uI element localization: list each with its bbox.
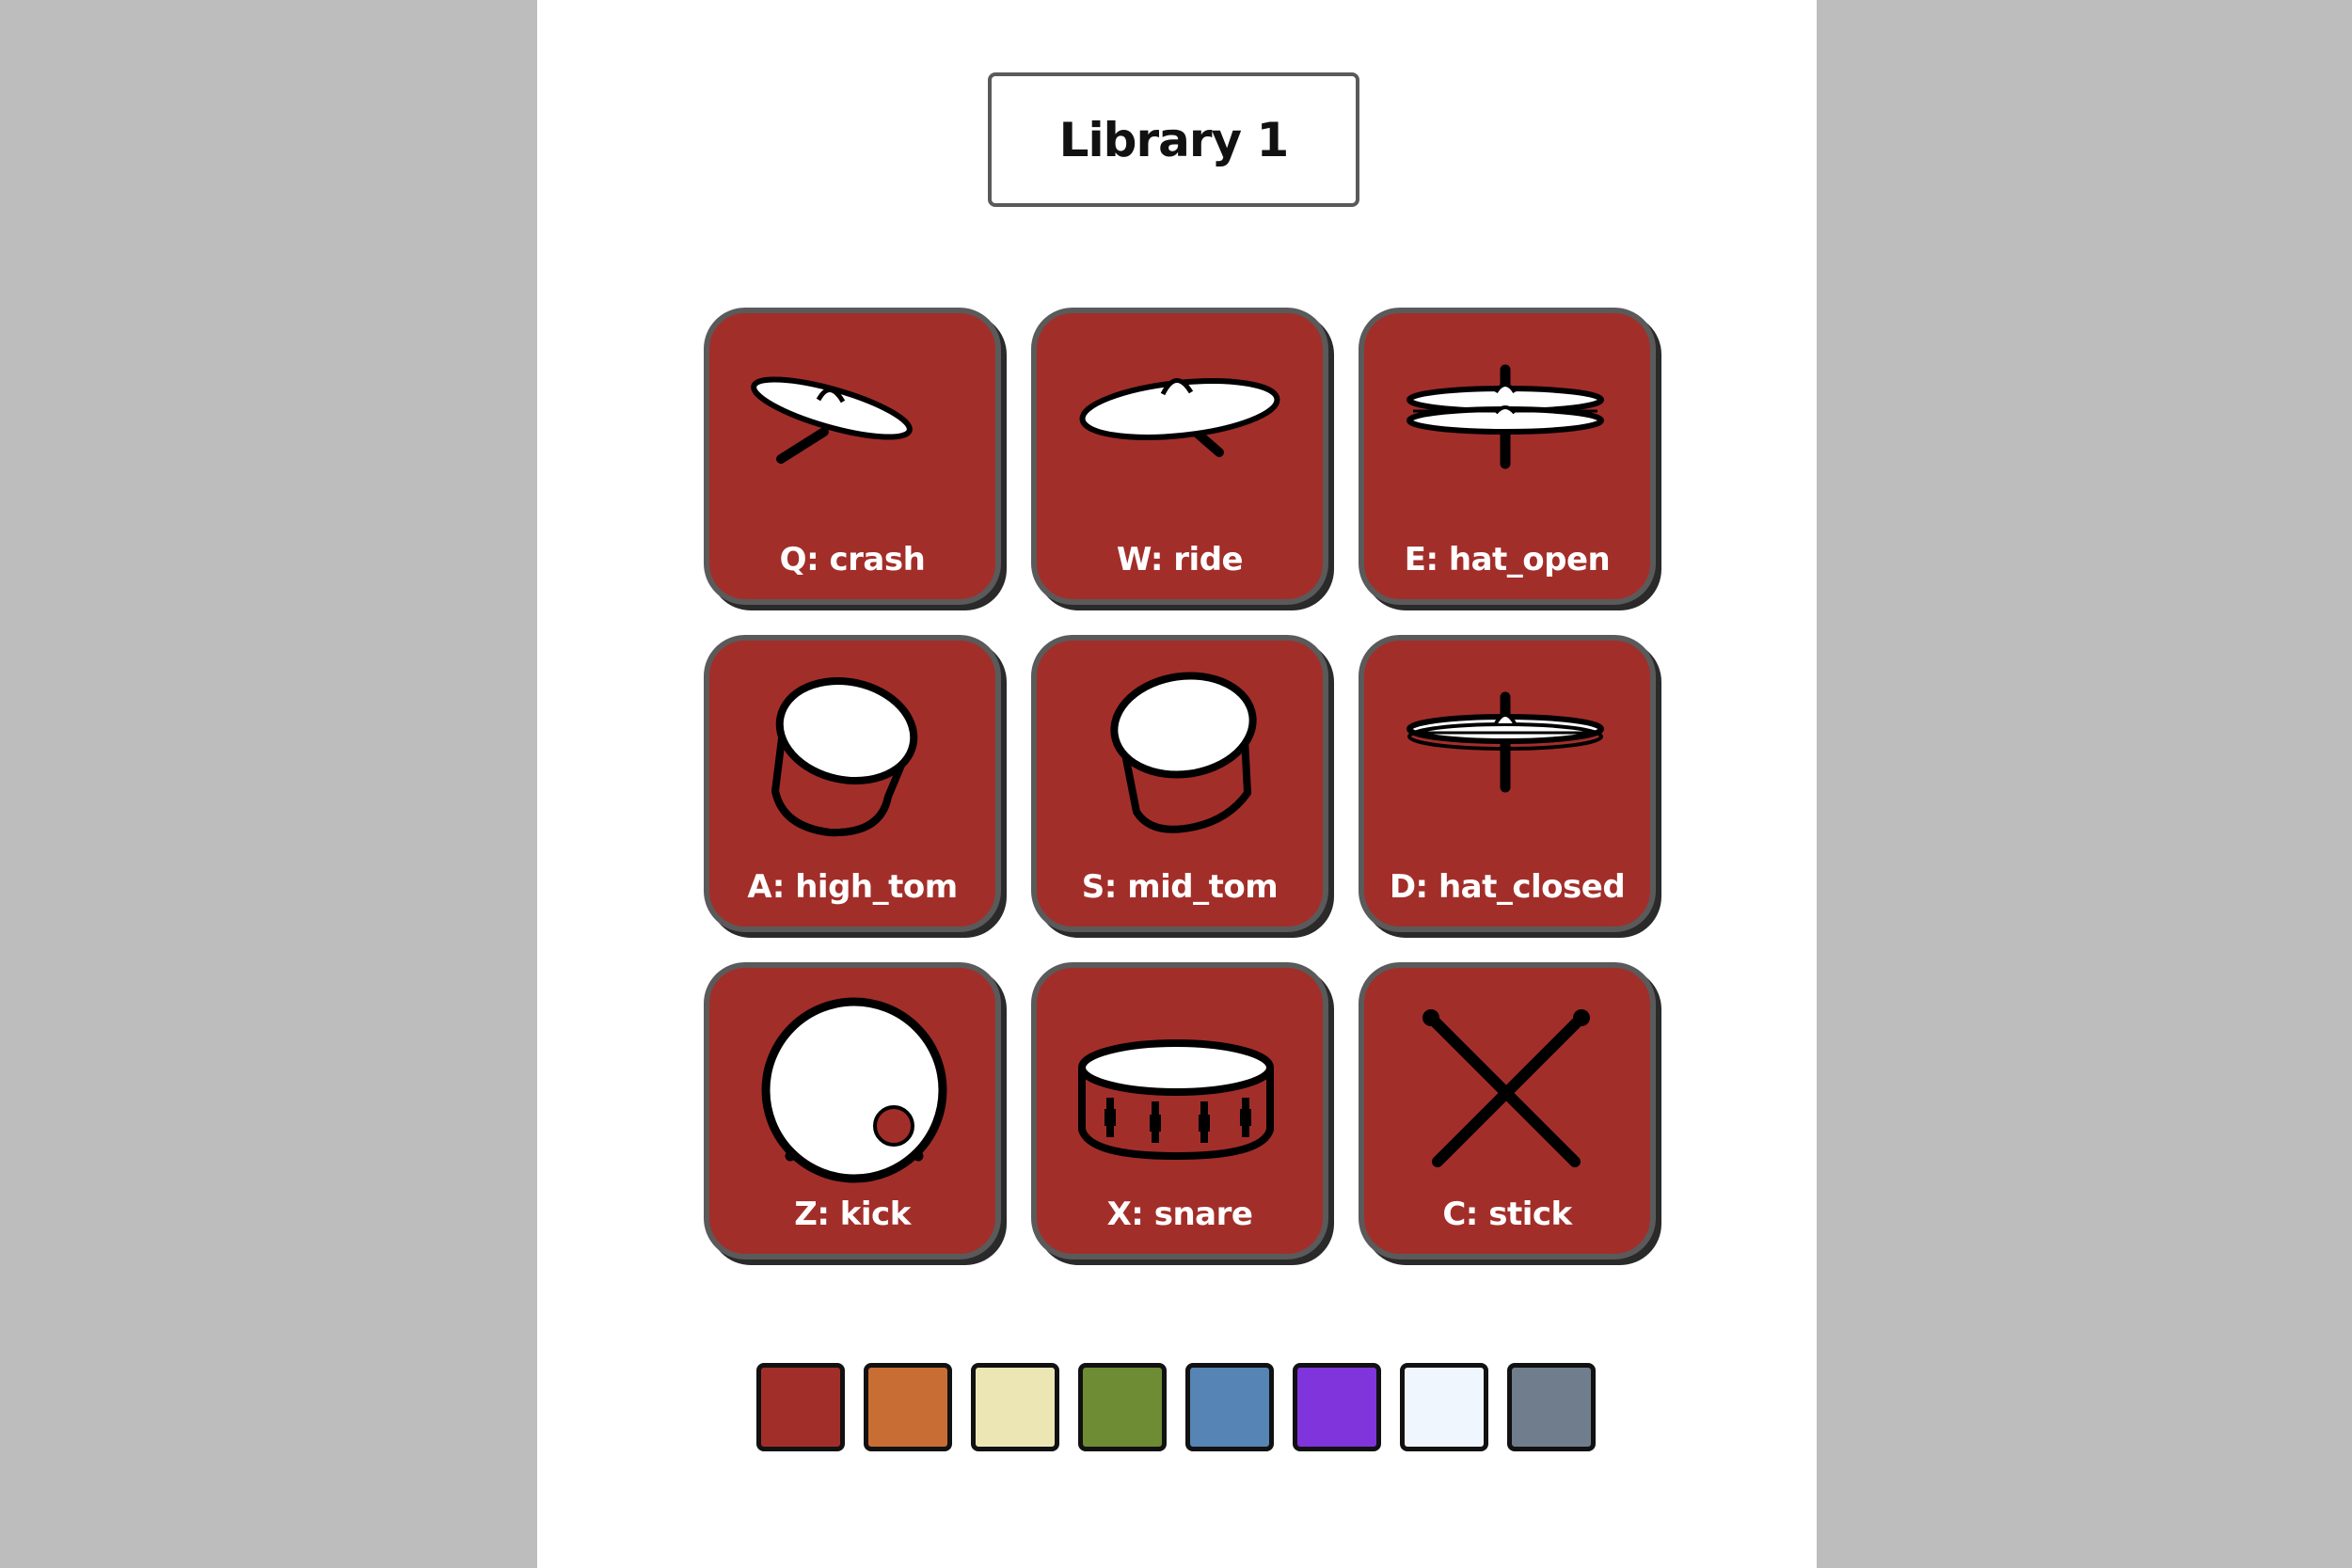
tom-drum-icon [1110,672,1257,833]
library-select-button[interactable]: Library 1 [988,72,1359,207]
pad-label: E: hat_open [1404,541,1611,578]
pad-snare[interactable]: X: snare [1031,962,1328,1259]
color-swatch-cream[interactable] [971,1363,1059,1451]
pad-label: D: hat_closed [1389,868,1626,906]
color-swatch-orange[interactable] [864,1363,952,1451]
color-swatch-bar [756,1363,1596,1451]
pad-label: Z: kick [794,1196,911,1233]
hihat-open-icon [1406,364,1604,469]
color-swatch-blue[interactable] [1185,1363,1274,1451]
pad-hat-closed[interactable]: D: hat_closed [1359,635,1656,932]
color-swatch-red[interactable] [756,1363,845,1451]
pad-label: Q: crash [779,541,926,578]
color-swatch-slate[interactable] [1507,1363,1596,1451]
pad-stick[interactable]: C: stick [1359,962,1656,1259]
color-swatch-white[interactable] [1400,1363,1488,1451]
color-swatch-green[interactable] [1078,1363,1167,1451]
drum-pad-grid: Q: crash W: ride E: hat_open A: high_tom… [704,308,1656,1259]
pad-ride[interactable]: W: ride [1031,308,1328,605]
snare-drum-icon [1078,1039,1274,1160]
tom-drum-icon [771,676,918,837]
pad-label: S: mid_tom [1081,868,1279,906]
pad-label: X: snare [1106,1196,1253,1233]
hihat-closed-icon [1406,691,1604,793]
kick-drum-icon [761,997,947,1183]
pad-label: C: stick [1442,1196,1572,1233]
pad-mid-tom[interactable]: S: mid_tom [1031,635,1328,932]
pad-label: W: ride [1116,541,1244,578]
color-swatch-purple[interactable] [1293,1363,1381,1451]
main-panel: Library 1 Q: crash W: ride E: hat_open A… [537,0,1817,1568]
pad-high-tom[interactable]: A: high_tom [704,635,1001,932]
ride-cymbal-icon [1079,378,1280,457]
drumsticks-icon [1422,1009,1590,1167]
pad-label: A: high_tom [747,868,958,906]
pad-crash[interactable]: Q: crash [704,308,1001,605]
pad-kick[interactable]: Z: kick [704,962,1001,1259]
pad-hat-open[interactable]: E: hat_open [1359,308,1656,605]
crash-cymbal-icon [751,376,913,464]
